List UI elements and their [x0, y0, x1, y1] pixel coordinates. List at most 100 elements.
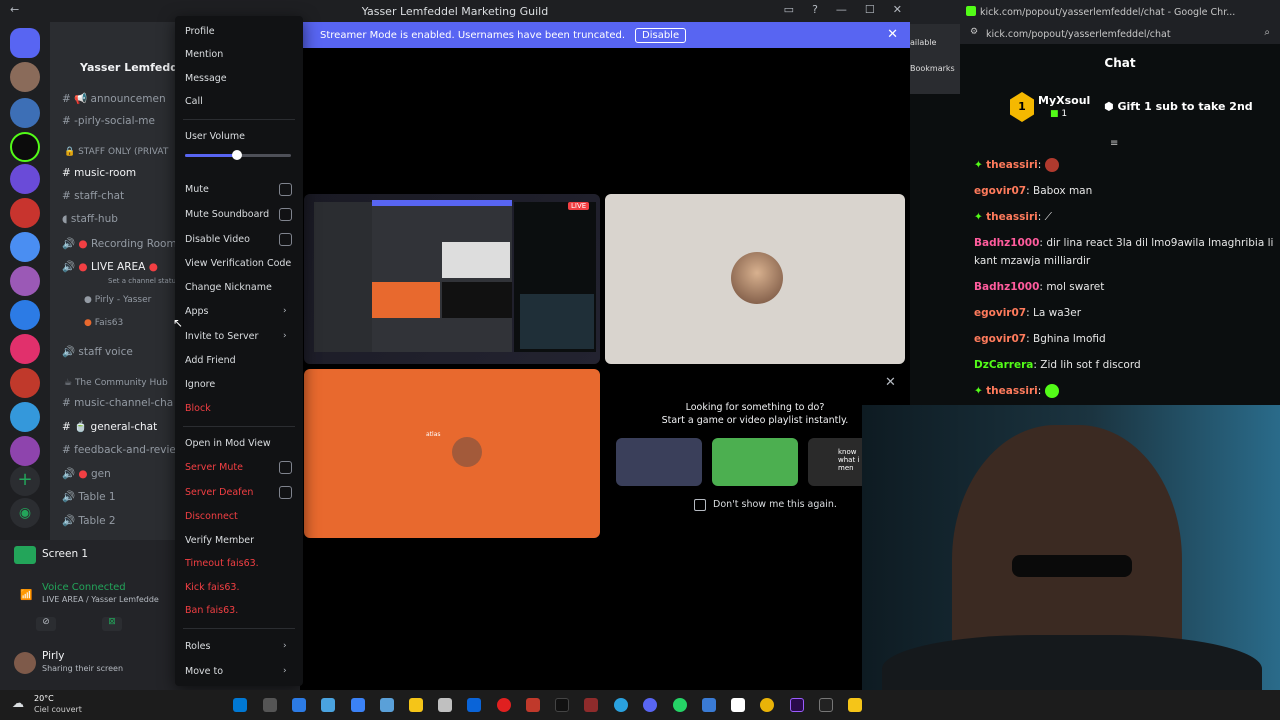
menu-disconnect[interactable]: Disconnect	[185, 511, 238, 522]
weather-temp[interactable]: 20°C	[34, 694, 54, 703]
notion-icon[interactable]	[731, 698, 745, 712]
avatar[interactable]	[14, 652, 36, 674]
menu-timeout[interactable]: Timeout fais63.	[185, 558, 259, 569]
activity-card[interactable]: know what i men	[808, 438, 865, 486]
server-icon[interactable]	[10, 232, 40, 262]
username[interactable]: Pirly	[42, 650, 64, 662]
menu-open-in-mod-view[interactable]: Open in Mod View	[185, 438, 271, 449]
url-text[interactable]: kick.com/popout/yasserlemfeddel/chat	[986, 29, 1171, 40]
menu-call[interactable]: Call	[185, 96, 203, 107]
close-banner-icon[interactable]: ✕	[887, 27, 898, 42]
close-icon[interactable]: ✕	[893, 3, 902, 16]
server-icon[interactable]	[10, 402, 40, 432]
inbox-icon[interactable]: ▭	[784, 3, 794, 16]
channel-general-chat[interactable]: # 🍵 general-chat	[62, 420, 157, 433]
menu-invite-to-server[interactable]: Invite to Server	[185, 331, 258, 342]
category-staff-only[interactable]: 🔒 STAFF ONLY (PRIVAT	[64, 147, 168, 157]
screen-share-label[interactable]: Screen 1	[42, 548, 88, 560]
help-icon[interactable]: ?	[812, 3, 818, 16]
menu-server-deafen[interactable]: Server Deafen	[185, 487, 253, 498]
menu-roles[interactable]: Roles	[185, 641, 210, 652]
collapse-pinned-icon[interactable]: ≡	[1110, 138, 1118, 149]
add-server-icon[interactable]: +	[10, 466, 40, 496]
menu-server-mute[interactable]: Server Mute	[185, 462, 243, 473]
screen-share-tile[interactable]: LIVE	[304, 194, 600, 364]
app-icon[interactable]	[702, 698, 716, 712]
server-mute-checkbox[interactable]	[279, 461, 292, 474]
disable-video-checkbox[interactable]	[279, 233, 292, 246]
menu-change-nickname[interactable]: Change Nickname	[185, 282, 272, 293]
app-icon[interactable]	[526, 698, 540, 712]
channel-music-channel-chat[interactable]: # music-channel-cha	[62, 397, 173, 409]
task-view-icon[interactable]	[263, 698, 277, 712]
app-icon[interactable]	[292, 698, 306, 712]
menu-message[interactable]: Message	[185, 73, 227, 84]
disable-streamer-mode-button[interactable]: Disable	[635, 27, 687, 43]
premiere-icon[interactable]	[790, 698, 804, 712]
server-icon[interactable]	[10, 62, 40, 92]
app-icon[interactable]	[351, 698, 365, 712]
minimize-icon[interactable]: —	[836, 3, 847, 16]
voice-member-pirly[interactable]: ● Pirly - Yasser	[84, 295, 151, 305]
start-icon[interactable]	[233, 698, 247, 712]
voice-channel-table-1[interactable]: 🔊 Table 1	[62, 490, 116, 503]
server-deafen-checkbox[interactable]	[279, 486, 292, 499]
capcut-icon[interactable]	[819, 698, 833, 712]
channel-staff-chat[interactable]: # staff-chat	[62, 190, 124, 202]
menu-apps[interactable]: Apps	[185, 306, 209, 317]
participant-tile[interactable]: atlas	[304, 369, 600, 538]
volume-slider-handle[interactable]	[231, 150, 242, 160]
menu-profile[interactable]: Profile	[185, 26, 215, 37]
channel-status-hint[interactable]: Set a channel status	[108, 277, 180, 285]
back-icon[interactable]: ←	[10, 3, 19, 16]
dont-show-checkbox[interactable]	[694, 499, 706, 511]
menu-kick[interactable]: Kick fais63.	[185, 582, 239, 593]
server-icon[interactable]	[10, 266, 40, 296]
gift-sub-prompt[interactable]: ⬢ Gift 1 sub to take 2nd	[1104, 100, 1253, 113]
weather-desc[interactable]: Ciel couvert	[34, 705, 82, 714]
weather-icon[interactable]: ☁	[12, 696, 24, 710]
voice-location[interactable]: LIVE AREA / Yasser Lemfedde	[42, 595, 159, 604]
voice-channel-staff-voice[interactable]: 🔊 staff voice	[62, 345, 133, 358]
server-icon[interactable]	[10, 368, 40, 398]
discord-taskbar-icon[interactable]	[643, 698, 657, 712]
chrome-icon[interactable]	[760, 698, 774, 712]
server-icon[interactable]	[10, 98, 40, 128]
maximize-icon[interactable]: ☐	[865, 3, 875, 16]
menu-verify-member[interactable]: Verify Member	[185, 535, 254, 546]
activity-card[interactable]	[616, 438, 702, 486]
app-icon[interactable]	[848, 698, 862, 712]
menu-mute[interactable]: Mute	[185, 184, 209, 195]
menu-mute-soundboard[interactable]: Mute Soundboard	[185, 209, 269, 220]
server-icon[interactable]	[10, 198, 40, 228]
app-icon[interactable]	[380, 698, 394, 712]
app-icon[interactable]	[438, 698, 452, 712]
server-icon[interactable]	[10, 300, 40, 330]
menu-block[interactable]: Block	[185, 403, 211, 414]
channel-music-room[interactable]: # music-room	[62, 167, 136, 179]
channel-staff-hub[interactable]: ◖ staff-hub	[62, 213, 118, 225]
file-explorer-icon[interactable]	[409, 698, 423, 712]
mute-soundboard-checkbox[interactable]	[279, 208, 292, 221]
channel-pirly-social[interactable]: # -pirly-social-me	[62, 115, 155, 127]
activity-card-magic-garden[interactable]	[712, 438, 798, 486]
top-gifter-name[interactable]: MyXsoul	[1038, 94, 1090, 107]
mute-checkbox[interactable]	[279, 183, 292, 196]
menu-disable-video[interactable]: Disable Video	[185, 234, 250, 245]
app-icon[interactable]	[321, 698, 335, 712]
tiktok-icon[interactable]	[555, 698, 569, 712]
voice-channel-recording-room[interactable]: 🔊 ● Recording Room	[62, 237, 177, 250]
whatsapp-icon[interactable]	[673, 698, 687, 712]
webcam-tile[interactable]	[605, 194, 905, 364]
explore-icon[interactable]: ◉	[10, 498, 40, 528]
voice-channel-live-area[interactable]: 🔊 ● LIVE AREA ●	[62, 260, 158, 273]
menu-ban[interactable]: Ban fais63.	[185, 605, 238, 616]
menu-view-verification-code[interactable]: View Verification Code	[185, 258, 291, 269]
address-bar[interactable]: ⚙ kick.com/popout/yasserlemfeddel/chat ⌕	[960, 24, 1280, 44]
outlook-icon[interactable]	[467, 698, 481, 712]
screen-share-toggle-icon[interactable]: ⊠	[102, 617, 122, 631]
channel-announcements[interactable]: # 📢 announcemen	[62, 92, 166, 105]
channel-feedback[interactable]: # feedback-and-revie	[62, 444, 176, 456]
zoom-icon[interactable]: ⌕	[1264, 27, 1270, 38]
bookmarks-label[interactable]: Bookmarks	[910, 64, 955, 73]
